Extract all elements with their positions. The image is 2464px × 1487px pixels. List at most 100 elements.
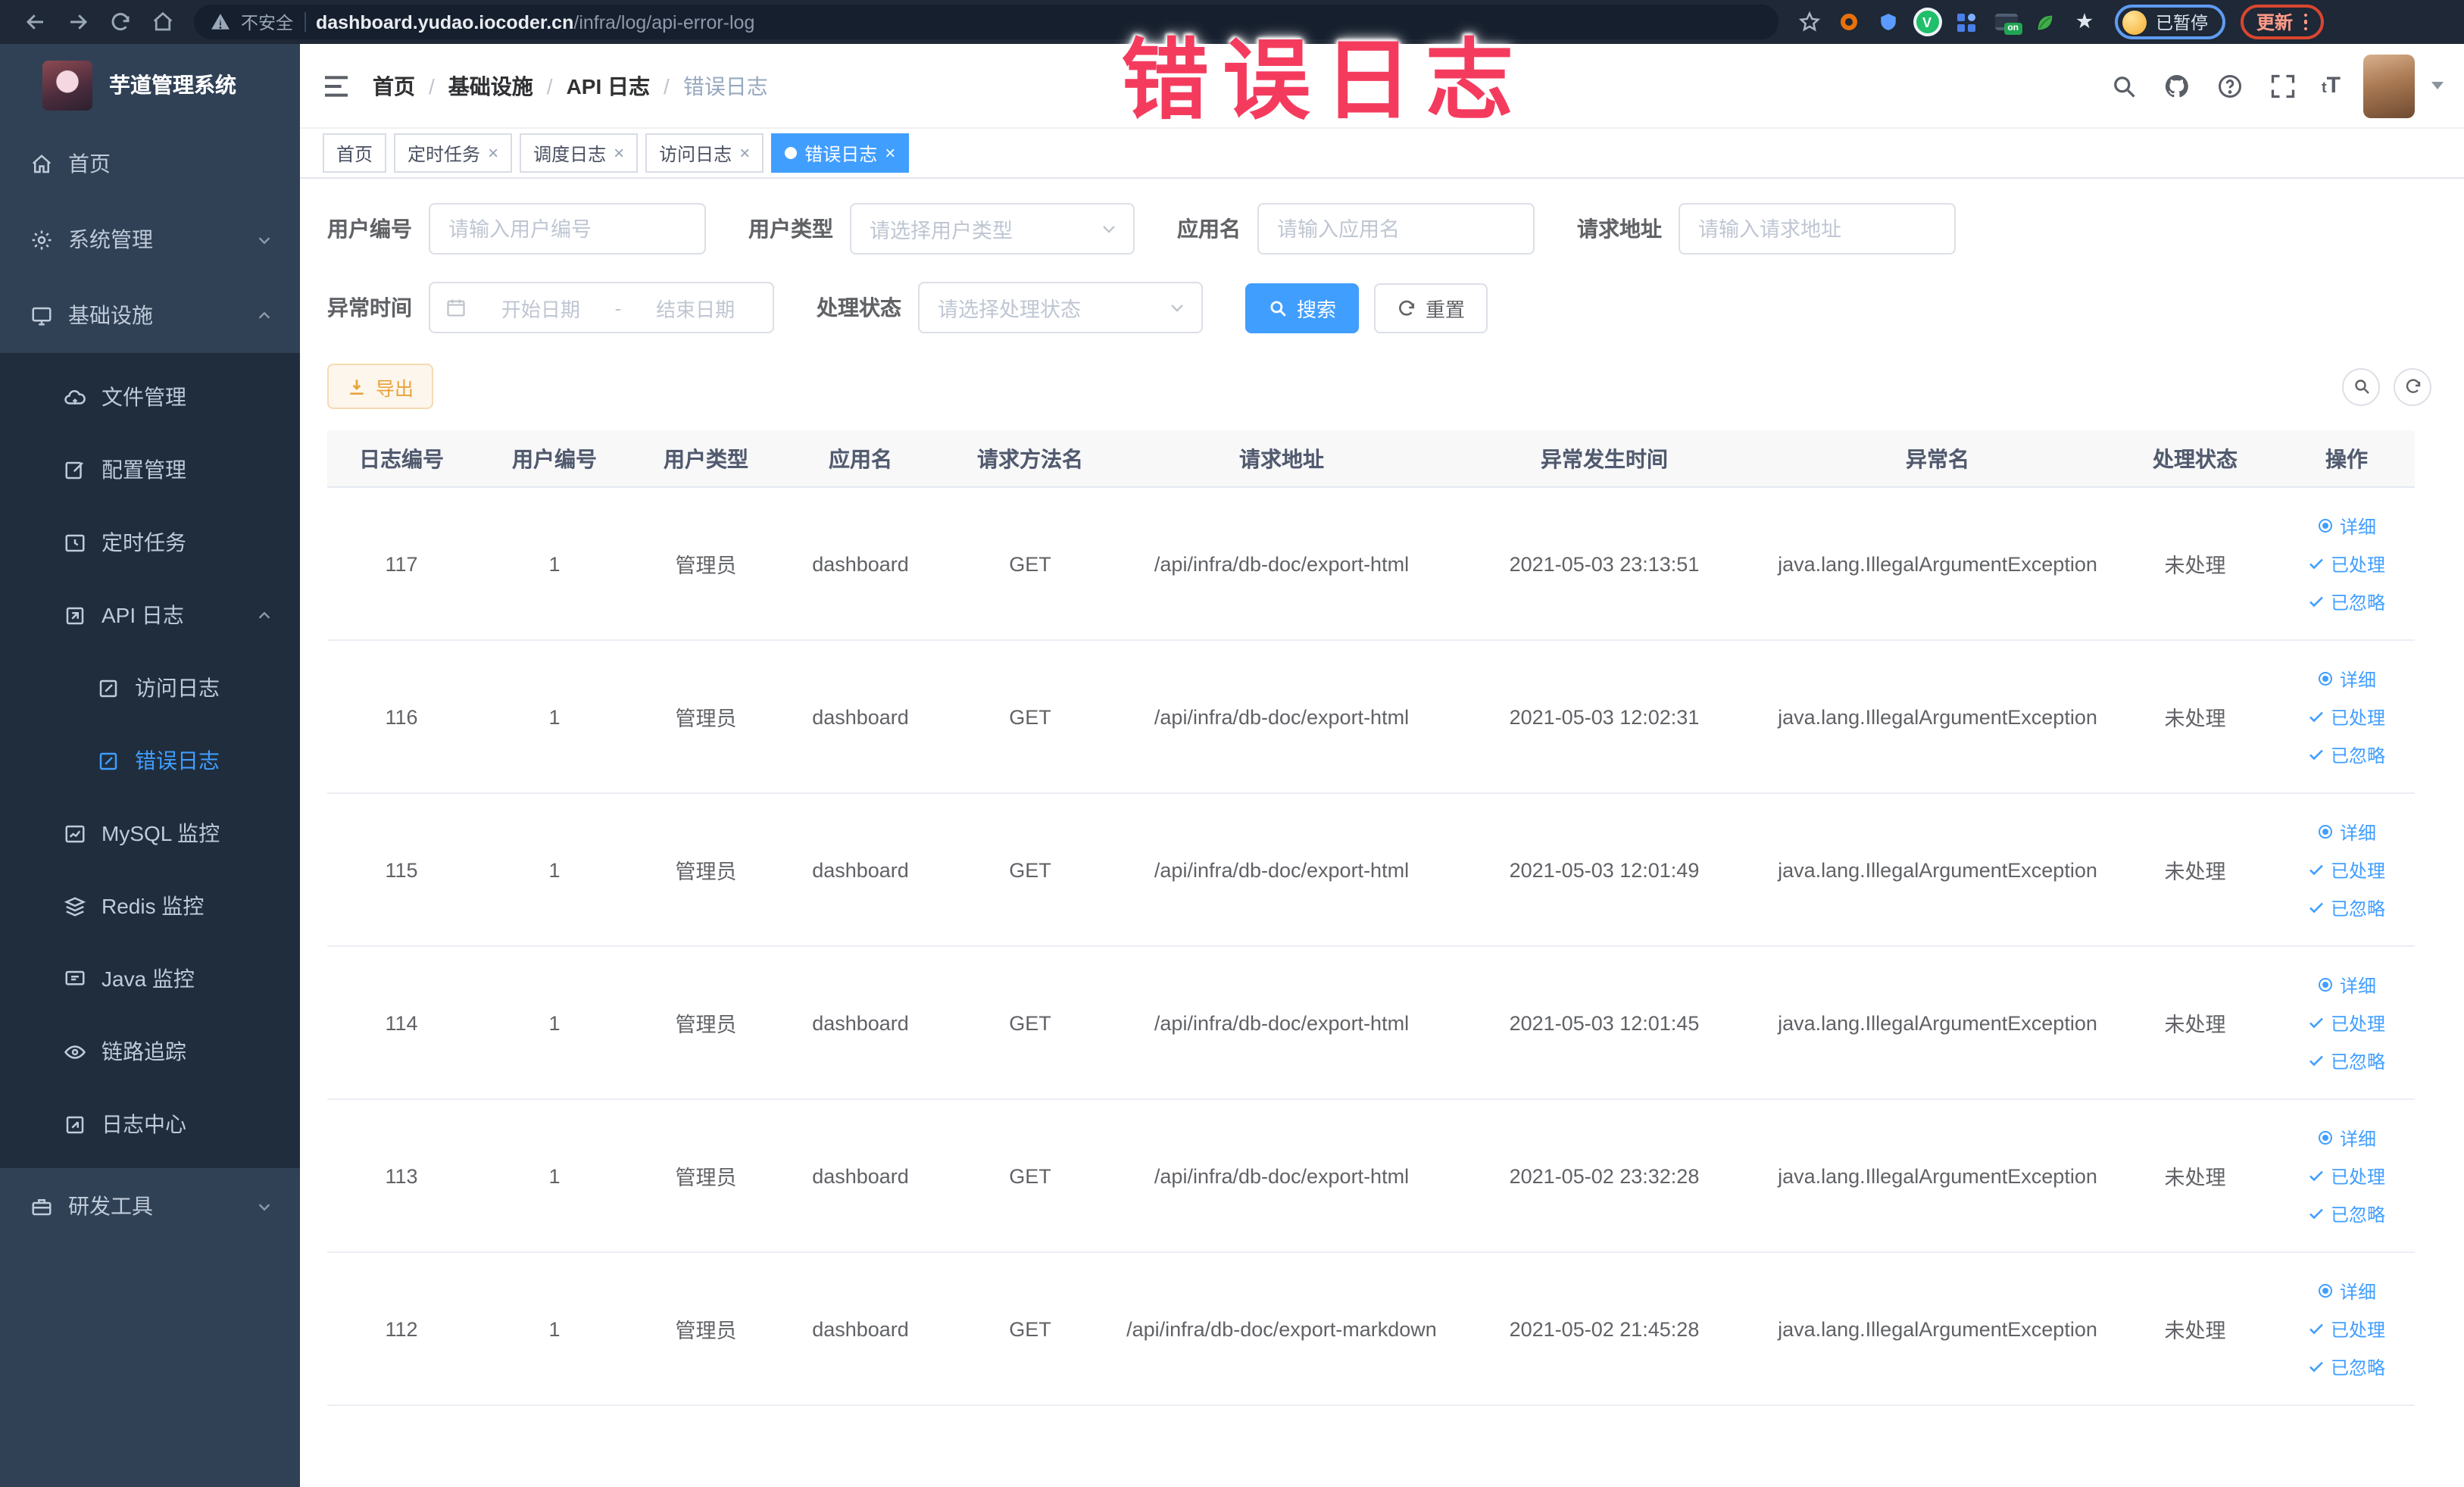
sidebar-item-infra[interactable]: 基础设施 <box>0 277 300 353</box>
browser-profile-chip[interactable]: 已暂停 <box>2115 5 2225 39</box>
mark-processed-link[interactable]: 已处理 <box>2308 551 2385 576</box>
mark-ignored-link[interactable]: 已忽略 <box>2308 742 2385 767</box>
tag-home[interactable]: 首页 <box>323 133 387 173</box>
mark-ignored-link[interactable]: 已忽略 <box>2308 1201 2385 1226</box>
avatar-caret-down-icon[interactable] <box>2431 82 2444 89</box>
request-url-input[interactable] <box>1679 203 1956 255</box>
search-button[interactable]: 搜索 <box>1245 283 1360 333</box>
cell-url: /api/infra/db-doc/export-html <box>1154 705 1410 728</box>
github-icon[interactable] <box>2163 70 2193 101</box>
mark-processed-link[interactable]: 已处理 <box>2308 1163 2385 1189</box>
detail-link[interactable]: 详细 <box>2317 972 2376 998</box>
app-logo-row[interactable]: 芋道管理系统 <box>0 44 300 126</box>
tab-close-icon[interactable]: × <box>739 144 750 162</box>
sidebar-item-file-manage[interactable]: 文件管理 <box>0 361 300 433</box>
cell-user-id: 1 <box>548 705 561 728</box>
reset-button[interactable]: 重置 <box>1374 283 1488 333</box>
layers-icon <box>64 896 86 916</box>
sidebar-item-tracing[interactable]: 链路追踪 <box>0 1015 300 1088</box>
fullscreen-icon[interactable] <box>2269 70 2299 101</box>
refresh-table-button[interactable] <box>2394 367 2431 405</box>
check-icon <box>2310 1208 2324 1220</box>
sidebar-item-access-log[interactable]: 访问日志 <box>0 651 300 724</box>
detail-link[interactable]: 详细 <box>2317 513 2376 539</box>
breadcrumb-infra[interactable]: 基础设施 <box>448 70 533 101</box>
cell-user-id: 1 <box>548 1011 561 1034</box>
url-bar[interactable]: 不安全 dashboard.yudao.iocoder.cn/infra/log… <box>194 5 1779 39</box>
table-row: 116 1 管理员 dashboard GET /api/infra/db-do… <box>327 641 2415 794</box>
export-button[interactable]: 导出 <box>327 364 434 409</box>
sidebar-item-cron-job[interactable]: 定时任务 <box>0 506 300 579</box>
detail-link[interactable]: 详细 <box>2317 1125 2376 1151</box>
sidebar-item-dev-tools[interactable]: 研发工具 <box>0 1168 300 1244</box>
breadcrumb-home[interactable]: 首页 <box>373 70 415 101</box>
mark-processed-link[interactable]: 已处理 <box>2308 704 2385 729</box>
mark-processed-link[interactable]: 已处理 <box>2308 1316 2385 1342</box>
detail-link[interactable]: 详细 <box>2317 666 2376 692</box>
mark-ignored-link[interactable]: 已忽略 <box>2308 1048 2385 1073</box>
ext-on-badge-icon[interactable]: on <box>1988 4 2024 40</box>
tag-schedule-log[interactable]: 调度日志 × <box>520 133 639 173</box>
ext-green-v-icon[interactable]: V <box>1909 4 1945 40</box>
font-size-icon[interactable]: tT <box>2322 73 2341 98</box>
sidebar-item-home[interactable]: 首页 <box>0 126 300 201</box>
mark-ignored-link[interactable]: 已忽略 <box>2308 589 2385 614</box>
detail-link[interactable]: 详细 <box>2317 1278 2376 1304</box>
sidebar-item-redis-monitor[interactable]: Redis 监控 <box>0 870 300 942</box>
browser-menu-kebab-icon[interactable] <box>2303 13 2308 31</box>
sidebar-item-config-manage[interactable]: 配置管理 <box>0 433 300 506</box>
extensions-puzzle-icon[interactable] <box>2066 4 2103 40</box>
cell-url: /api/infra/db-doc/export-markdown <box>1126 1317 1437 1340</box>
browser-forward-icon[interactable] <box>58 4 97 40</box>
search-icon[interactable] <box>2110 70 2140 101</box>
cell-actions: 详细 已处理 已忽略 <box>2278 666 2415 767</box>
browser-reload-icon[interactable] <box>100 4 139 40</box>
tab-close-icon[interactable]: × <box>885 144 895 162</box>
cell-method: GET <box>1009 1164 1051 1187</box>
browser-update-button[interactable]: 更新 <box>2240 5 2325 39</box>
mark-processed-link[interactable]: 已处理 <box>2308 1010 2385 1036</box>
help-icon[interactable] <box>2216 70 2246 101</box>
sidebar-item-system[interactable]: 系统管理 <box>0 201 300 277</box>
cell-app-name: dashboard <box>812 858 909 881</box>
mark-ignored-link[interactable]: 已忽略 <box>2308 895 2385 920</box>
cell-user-id: 1 <box>548 552 561 575</box>
cell-user-id: 1 <box>548 1317 561 1340</box>
app-name-input[interactable] <box>1257 203 1535 255</box>
sidebar-item-log-center[interactable]: 日志中心 <box>0 1088 300 1161</box>
cell-method: GET <box>1009 1011 1051 1034</box>
browser-home-icon[interactable] <box>142 4 182 40</box>
detail-link[interactable]: 详细 <box>2317 819 2376 845</box>
date-range-picker[interactable]: 开始日期 - 结束日期 <box>429 282 774 333</box>
sidebar-item-api-log[interactable]: API 日志 <box>0 579 300 651</box>
cell-time: 2021-05-03 12:01:49 <box>1509 858 1700 881</box>
sidebar-item-java-monitor[interactable]: Java 监控 <box>0 942 300 1015</box>
tag-access-log[interactable]: 访问日志 × <box>645 133 764 173</box>
sidebar-item-mysql-monitor[interactable]: MySQL 监控 <box>0 797 300 870</box>
cell-user-type: 管理员 <box>675 708 737 730</box>
tag-error-log[interactable]: 错误日志 × <box>771 133 910 173</box>
breadcrumb-api-log[interactable]: API 日志 <box>567 70 650 101</box>
browser-back-icon[interactable] <box>15 4 55 40</box>
mark-ignored-link[interactable]: 已忽略 <box>2308 1354 2385 1379</box>
ext-blue-shield-icon[interactable] <box>1869 4 1906 40</box>
cell-time: 2021-05-02 21:45:28 <box>1509 1317 1700 1340</box>
hamburger-icon[interactable] <box>321 70 351 101</box>
tab-close-icon[interactable]: × <box>488 144 498 162</box>
user-avatar[interactable] <box>2363 54 2415 117</box>
sidebar-item-error-log[interactable]: 错误日志 <box>0 724 300 797</box>
toggle-search-button[interactable] <box>2342 367 2380 405</box>
user-type-select[interactable]: 请选择用户类型 <box>850 203 1135 255</box>
check-icon <box>2310 749 2324 761</box>
ext-green-leaf-icon[interactable] <box>2027 4 2063 40</box>
process-status-select[interactable]: 请选择处理状态 <box>918 282 1203 333</box>
user-id-input[interactable] <box>429 203 706 255</box>
cell-exception: java.lang.IllegalArgumentException <box>1778 858 2097 881</box>
ext-blue-grid-icon[interactable] <box>1948 4 1985 40</box>
tab-close-icon[interactable]: × <box>614 144 624 162</box>
mark-processed-link[interactable]: 已处理 <box>2308 857 2385 883</box>
tag-cron-job[interactable]: 定时任务 × <box>394 133 513 173</box>
ext-orange-ring-icon[interactable] <box>1830 4 1866 40</box>
bookmark-star-icon[interactable] <box>1791 4 1827 40</box>
profile-avatar-emoji <box>2122 10 2147 34</box>
